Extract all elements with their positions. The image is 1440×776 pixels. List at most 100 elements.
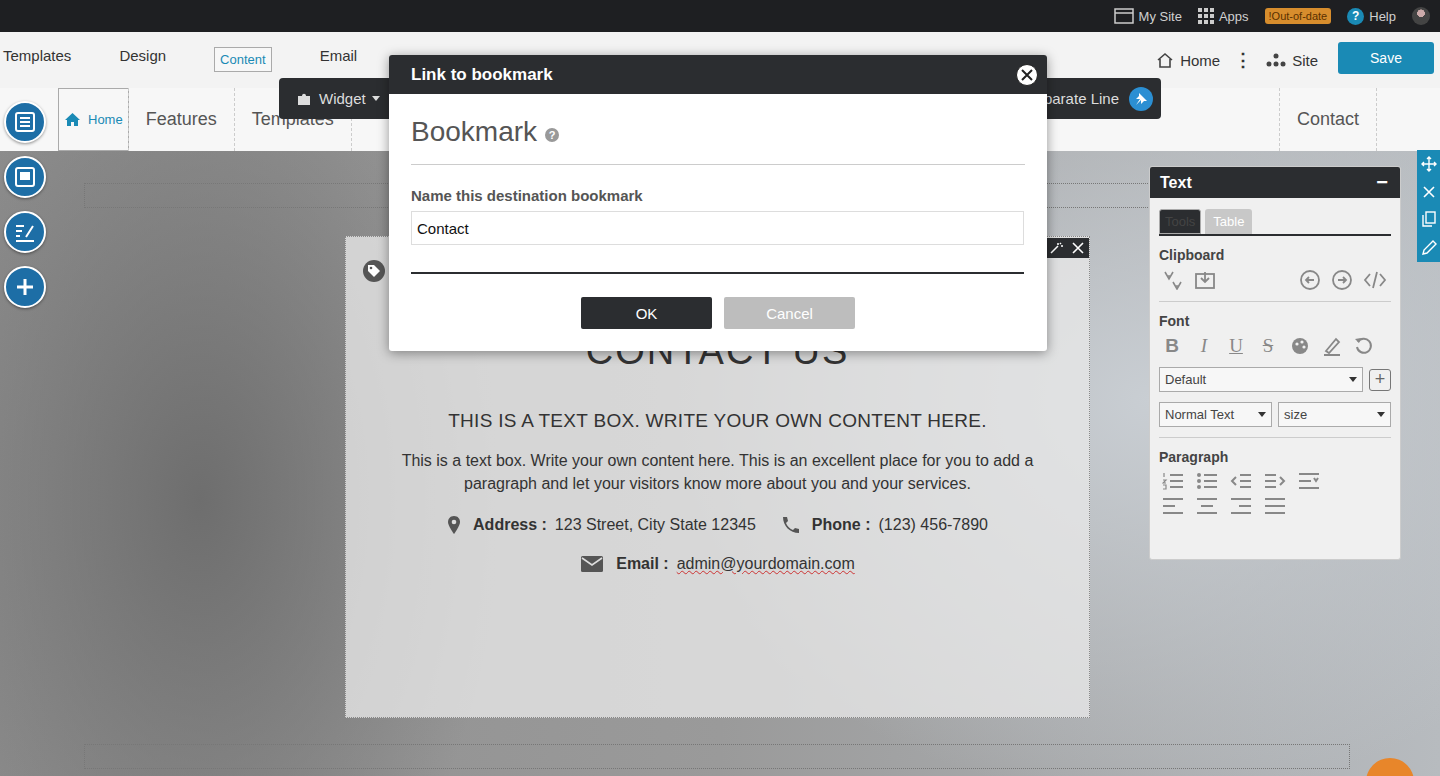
- text-panel: Text − ToolsTable Clipboard Font BIUS De…: [1149, 166, 1401, 560]
- undo-icon[interactable]: [1299, 269, 1321, 291]
- nav-item[interactable]: Contact: [1279, 88, 1377, 151]
- edit-icon: [14, 221, 36, 243]
- translate-icon[interactable]: [1162, 270, 1184, 290]
- more-menu[interactable]: ⋮: [1234, 49, 1252, 71]
- pages-button[interactable]: [4, 101, 46, 143]
- dialog-heading: Bookmark ?: [411, 114, 1025, 150]
- site-link[interactable]: Site: [1266, 52, 1318, 69]
- format-button[interactable]: B: [1162, 335, 1182, 357]
- paste-icon[interactable]: [1194, 270, 1216, 290]
- align-left-icon[interactable]: [1162, 497, 1184, 515]
- numbered-list-icon[interactable]: [1162, 471, 1184, 491]
- home-link[interactable]: Home: [1156, 52, 1220, 69]
- format-button[interactable]: S: [1258, 335, 1278, 357]
- clipboard-tools: [1159, 269, 1391, 291]
- top-link[interactable]: Apps: [1198, 8, 1249, 24]
- indent-icon[interactable]: [1264, 471, 1286, 491]
- link-to-bookmark-dialog: Link to bookmark Bookmark ? Name this de…: [389, 55, 1047, 351]
- side-tools: [4, 101, 46, 308]
- house-icon: [1156, 52, 1174, 68]
- wand-icon[interactable]: [1049, 241, 1063, 255]
- redo-icon[interactable]: [1331, 269, 1353, 291]
- status-badge[interactable]: !Out-of-date: [1265, 8, 1332, 24]
- dialog-header: Link to bookmark: [389, 55, 1047, 94]
- text-style-select[interactable]: Normal Text: [1159, 402, 1272, 427]
- editor-tab[interactable]: Content: [214, 47, 272, 72]
- justify-icon[interactable]: [1264, 497, 1286, 515]
- editor-tab[interactable]: Email: [320, 47, 358, 72]
- paragraph-tools: [1159, 471, 1391, 491]
- font-tools: BIUS: [1159, 335, 1391, 357]
- code-icon[interactable]: [1363, 269, 1387, 291]
- top-bar: My Site Apps !Out-of-date ? Help: [0, 0, 1440, 32]
- house-icon: [64, 112, 81, 127]
- puzzle-icon: [297, 92, 313, 106]
- outdent-icon[interactable]: [1230, 471, 1252, 491]
- collapse-button[interactable]: −: [1376, 171, 1388, 194]
- contact-row: Address : 123 Street, City State 12345 P…: [346, 515, 1089, 535]
- panel-title: Text: [1160, 174, 1192, 192]
- contact-item[interactable]: Phone : (123) 456-7890: [780, 515, 988, 535]
- layout-button[interactable]: [4, 156, 46, 198]
- sitemap-icon: [1266, 52, 1286, 68]
- section-label: Font: [1159, 313, 1391, 329]
- pin-icon[interactable]: [1129, 87, 1153, 111]
- ok-button[interactable]: OK: [581, 297, 712, 329]
- caret-icon: [372, 96, 380, 101]
- move-icon[interactable]: [1421, 156, 1437, 172]
- align-center-icon[interactable]: [1196, 497, 1218, 515]
- edit-button[interactable]: [4, 211, 46, 253]
- nav-item[interactable]: Home: [58, 88, 129, 151]
- align-tools: [1159, 497, 1391, 515]
- field-label: Name this destination bookmark: [411, 187, 1025, 204]
- format-button[interactable]: I: [1194, 335, 1214, 357]
- pages-icon: [14, 111, 36, 133]
- section-subheading[interactable]: THIS IS A TEXT BOX. WRITE YOUR OWN CONTE…: [346, 409, 1089, 433]
- cancel-button[interactable]: Cancel: [724, 297, 855, 329]
- line-height-icon[interactable]: [1298, 471, 1320, 491]
- widget-dropdown[interactable]: Widget: [297, 90, 380, 107]
- bookmark-name-input[interactable]: [411, 211, 1024, 245]
- tag-icon[interactable]: [363, 260, 385, 282]
- close-icon[interactable]: [1071, 241, 1085, 255]
- delete-icon[interactable]: [1422, 185, 1436, 199]
- font-size-select[interactable]: size: [1278, 402, 1391, 427]
- plus-icon: [14, 276, 36, 298]
- empty-row[interactable]: [84, 744, 1350, 769]
- contact-item[interactable]: Address : 123 Street, City State 12345: [447, 515, 756, 535]
- help-icon[interactable]: ?: [545, 128, 559, 142]
- website-editor: My Site Apps !Out-of-date ? Help Templates…: [0, 0, 1440, 776]
- copy-icon[interactable]: [1422, 211, 1436, 227]
- add-button[interactable]: [4, 266, 46, 308]
- font-family-select[interactable]: Default: [1159, 367, 1363, 392]
- editor-tab[interactable]: Design: [119, 47, 166, 72]
- section-label: Clipboard: [1159, 247, 1391, 263]
- bullet-list-icon[interactable]: [1196, 471, 1218, 491]
- help-icon: ?: [1347, 8, 1364, 25]
- format-button[interactable]: U: [1226, 335, 1246, 357]
- panel-tab[interactable]: Tools: [1159, 209, 1201, 234]
- chat-button[interactable]: [1366, 758, 1414, 776]
- section-label: Paragraph: [1159, 449, 1391, 465]
- dialog-title: Link to bookmark: [411, 65, 553, 85]
- align-right-icon[interactable]: [1230, 497, 1252, 515]
- color-icon[interactable]: [1290, 336, 1310, 356]
- section-paragraph[interactable]: This is a text box. Write your own conte…: [393, 449, 1043, 495]
- nav-item[interactable]: Features: [128, 88, 235, 151]
- editor-tab[interactable]: Templates: [3, 47, 71, 72]
- reset-icon[interactable]: [1354, 336, 1374, 356]
- contact-item[interactable]: Email : admin@yourdomain.com: [580, 555, 855, 573]
- save-button[interactable]: Save: [1338, 42, 1434, 74]
- top-link[interactable]: My Site: [1114, 8, 1182, 24]
- avatar-icon[interactable]: [1412, 7, 1430, 25]
- panel-tab[interactable]: Table: [1205, 209, 1252, 234]
- add-font-button[interactable]: +: [1369, 369, 1391, 391]
- map-pin-icon: [447, 515, 461, 535]
- pencil-icon[interactable]: [1421, 240, 1437, 256]
- highlight-icon[interactable]: [1322, 336, 1342, 356]
- envelope-icon: [580, 555, 604, 573]
- contact-row: Email : admin@yourdomain.com: [346, 555, 1089, 573]
- close-button[interactable]: [1016, 64, 1038, 86]
- top-link[interactable]: ? Help: [1347, 8, 1396, 25]
- separate-line-button[interactable]: parate Line: [1044, 87, 1153, 111]
